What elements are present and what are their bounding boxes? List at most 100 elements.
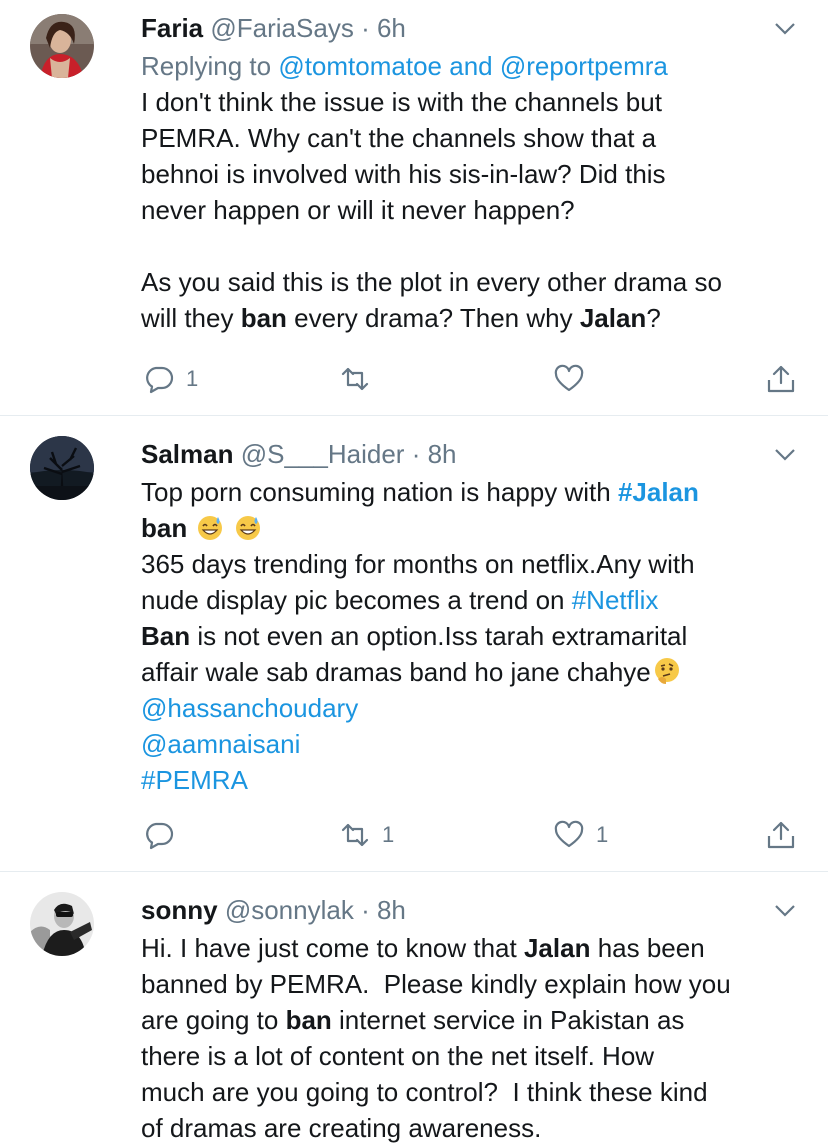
retweet-button[interactable]: 1 [340, 818, 394, 852]
text-segment: every drama? Then why [286, 303, 580, 333]
tweet-text: Hi. I have just come to know that Jalan … [141, 930, 798, 1146]
timestamp[interactable]: 8h [428, 439, 457, 469]
heart-icon [554, 364, 584, 392]
tweet-body: Salman @S___Haider · 8h Top porn consumi… [141, 438, 798, 798]
chevron-down-icon[interactable] [774, 448, 796, 462]
mention-tomtomatoe[interactable]: @tomtomatoe [278, 51, 442, 81]
text-line: never happen or will it never happen? [141, 195, 575, 225]
text-segment: is not even an option.Iss tarah extramar… [190, 621, 688, 651]
share-button[interactable] [766, 818, 796, 852]
text-bold-ban: Ban [141, 621, 191, 651]
text-segment: Top porn consuming nation is happy with [141, 477, 618, 507]
tweet-sonny[interactable]: sonny @sonnylak · 8h Hi. I have just com… [0, 872, 828, 1147]
display-name[interactable]: Salman [141, 439, 234, 469]
avatar-salman[interactable] [30, 436, 94, 500]
text-segment: ? [646, 303, 661, 333]
text-line: Top porn consuming nation is happy with … [141, 474, 798, 510]
retweet-button[interactable] [340, 362, 382, 396]
tweet-header: Faria @FariaSays · 6h [141, 12, 798, 44]
sweat-smile-emoji [198, 516, 223, 540]
text-line: ban [141, 510, 798, 546]
text-segment: affair wale sab dramas band ho jane chah… [141, 657, 651, 687]
tweet-header: Salman @S___Haider · 8h [141, 438, 798, 470]
text-line: much are you going to control? I think t… [141, 1077, 708, 1107]
separator-dot: · [361, 13, 370, 43]
text-line: of dramas are creating awareness. [141, 1113, 542, 1143]
like-count: 1 [596, 822, 609, 847]
reply-count: 1 [186, 366, 199, 391]
text-line: #PEMRA [141, 762, 798, 798]
tweet-faria[interactable]: Faria @FariaSays · 6h Replying to @tomto… [0, 0, 828, 416]
text-bold-jalan: Jalan [579, 303, 647, 333]
replying-to-label: Replying to [141, 51, 272, 81]
retweet-icon [341, 823, 369, 847]
text-bold-jalan: Jalan [523, 933, 591, 963]
replying-to: Replying to @tomtomatoe and @reportpemra [141, 48, 798, 84]
text-line: banned by PEMRA. Please kindly explain h… [141, 969, 731, 999]
hashtag-netflix[interactable]: #Netflix [572, 585, 659, 615]
text-segment: will they [141, 303, 241, 333]
thinking-face-emoji [654, 658, 679, 684]
text-segment: are going to [141, 1005, 286, 1035]
avatar-sonny[interactable] [30, 892, 94, 956]
display-name[interactable]: Faria [141, 13, 203, 43]
tweet-actions: 1 [140, 362, 796, 398]
user-handle[interactable]: @FariaSays [210, 13, 353, 43]
text-line: will they ban every drama? Then why Jala… [141, 300, 798, 336]
timestamp[interactable]: 6h [377, 13, 406, 43]
mention-reportpemra[interactable]: @reportpemra [500, 51, 668, 81]
user-handle[interactable]: @S___Haider [241, 439, 405, 469]
tweet-body: sonny @sonnylak · 8h Hi. I have just com… [141, 894, 798, 1146]
text-line: affair wale sab dramas band ho jane chah… [141, 654, 798, 690]
text-line: I don't think the issue is with the chan… [141, 87, 662, 117]
avatar-faria[interactable] [30, 14, 94, 78]
text-line: 365 days trending for months on netflix.… [141, 549, 695, 579]
hashtag-jalan[interactable]: #Jalan [618, 477, 699, 507]
mention-aamnaisani[interactable]: @aamnaisani [141, 729, 300, 759]
share-icon [767, 821, 795, 849]
text-line: behnoi is involved with his sis-in-law? … [141, 159, 666, 189]
tweet-header: sonny @sonnylak · 8h [141, 894, 798, 926]
hashtag-pemra[interactable]: #PEMRA [141, 765, 248, 795]
share-button[interactable] [766, 362, 796, 396]
tweet-actions: 1 1 [140, 818, 796, 854]
tweet-text: I don't think the issue is with the chan… [141, 84, 798, 336]
text-line: nude display pic becomes a trend on #Net… [141, 582, 798, 618]
tweet-body: Faria @FariaSays · 6h Replying to @tomto… [141, 12, 798, 336]
text-line: there is a lot of content on the net its… [141, 1041, 655, 1071]
chevron-down-icon[interactable] [774, 22, 796, 36]
reply-bubble-icon [146, 822, 174, 850]
heart-icon [554, 820, 584, 848]
mention-and[interactable]: and [449, 51, 492, 81]
text-line: Hi. I have just come to know that Jalan … [141, 930, 798, 966]
text-line: @aamnaisani [141, 726, 798, 762]
sweat-smile-emoji [235, 516, 260, 540]
separator-dot: · [411, 439, 421, 469]
display-name[interactable]: sonny [141, 895, 218, 925]
separator-dot: · [361, 895, 370, 925]
text-line: As you said this is the plot in every ot… [141, 267, 722, 297]
timestamp[interactable]: 8h [377, 895, 406, 925]
like-button[interactable] [554, 362, 596, 396]
reply-button[interactable] [144, 818, 186, 852]
text-line: @hassanchoudary [141, 690, 798, 726]
text-segment: Hi. I have just come to know that [141, 933, 524, 963]
retweet-icon [341, 367, 369, 391]
tweet-text: Top porn consuming nation is happy with … [141, 474, 798, 798]
text-line: Ban is not even an option.Iss tarah extr… [141, 618, 798, 654]
retweet-count: 1 [382, 822, 395, 847]
like-button[interactable]: 1 [554, 818, 608, 852]
text-line: are going to ban internet service in Pak… [141, 1002, 798, 1038]
text-bold-ban: ban [240, 303, 287, 333]
mention-hassanchoudary[interactable]: @hassanchoudary [141, 693, 358, 723]
text-line: PEMRA. Why can't the channels show that … [141, 123, 657, 153]
text-segment: internet service in Pakistan as [331, 1005, 685, 1035]
chevron-down-icon[interactable] [774, 904, 796, 918]
text-segment: has been [590, 933, 705, 963]
reply-button[interactable]: 1 [144, 362, 198, 396]
tweet-salman[interactable]: Salman @S___Haider · 8h Top porn consumi… [0, 416, 828, 872]
text-bold-ban: ban [141, 513, 188, 543]
share-icon [767, 365, 795, 393]
user-handle[interactable]: @sonnylak [225, 895, 354, 925]
text-segment: nude display pic becomes a trend on [141, 585, 572, 615]
